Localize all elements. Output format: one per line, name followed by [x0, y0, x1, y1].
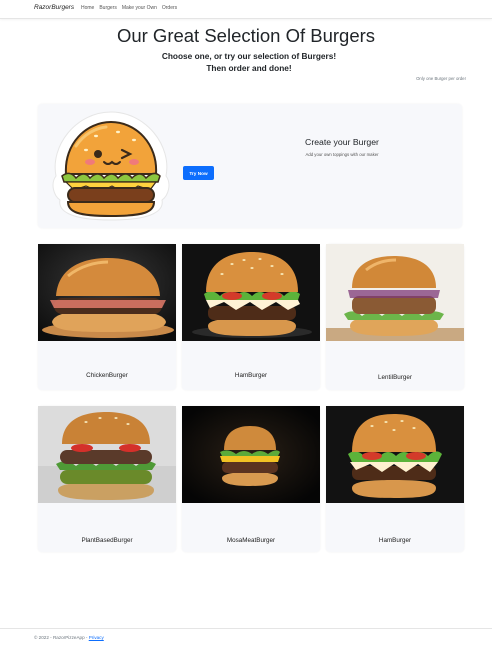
navbar: RazorBurgers Home Burgers Make your Own …	[0, 0, 492, 19]
burger-name: MosaMeatBurger	[226, 537, 276, 544]
nav-link-home[interactable]: Home	[81, 5, 94, 11]
footer-divider	[0, 628, 492, 629]
burger-photo	[326, 406, 464, 503]
brand-logo[interactable]: RazorBurgers	[34, 4, 74, 11]
order-limit-note: Only one Burger per order	[416, 76, 466, 81]
burger-photo	[38, 244, 176, 341]
nav-link-burgers[interactable]: Burgers	[99, 5, 117, 11]
privacy-link[interactable]: Privacy	[89, 635, 104, 640]
burger-photo	[38, 406, 176, 503]
burger-card[interactable]: ChickenBurger	[38, 244, 176, 390]
create-burger-title: Create your Burger	[305, 137, 379, 147]
try-now-button[interactable]: Try Now	[183, 166, 214, 180]
burger-card[interactable]: PlantBasedBurger	[38, 406, 176, 552]
create-burger-card: Try Now Create your Burger Add your own …	[38, 104, 462, 228]
burger-name: LentilBurger	[378, 374, 412, 381]
burger-card[interactable]: HamBurger	[326, 406, 464, 552]
page-subtitle-line2: Then order and done!	[206, 63, 292, 73]
page-title: Our Great Selection Of Burgers	[116, 25, 376, 46]
footer: © 2022 - RazorPizzeApp - Privacy	[34, 635, 104, 640]
create-burger-description: Add your own toppings with our maker	[305, 152, 379, 157]
burger-name: HamBurger	[378, 537, 412, 544]
burger-card[interactable]: LentilBurger	[326, 244, 464, 390]
footer-text: © 2022 - RazorPizzeApp -	[34, 635, 88, 640]
nav-link-orders[interactable]: Orders	[162, 5, 177, 11]
burger-name: PlantBasedBurger	[81, 537, 133, 544]
page-subtitle-line1: Choose one, or try our selection of Burg…	[161, 51, 337, 61]
nav-links: Home Burgers Make your Own Orders	[81, 5, 177, 11]
burger-card[interactable]: MosaMeatBurger	[182, 406, 320, 552]
burger-photo	[182, 244, 320, 341]
burger-photo	[326, 244, 464, 341]
burger-photo	[182, 406, 320, 503]
nav-link-make-your-own[interactable]: Make your Own	[122, 5, 157, 11]
burger-name: HamBurger	[234, 372, 268, 379]
burger-card[interactable]: HamBurger	[182, 244, 320, 390]
burger-mascot-image	[46, 106, 176, 224]
burger-name: ChickenBurger	[86, 372, 128, 379]
